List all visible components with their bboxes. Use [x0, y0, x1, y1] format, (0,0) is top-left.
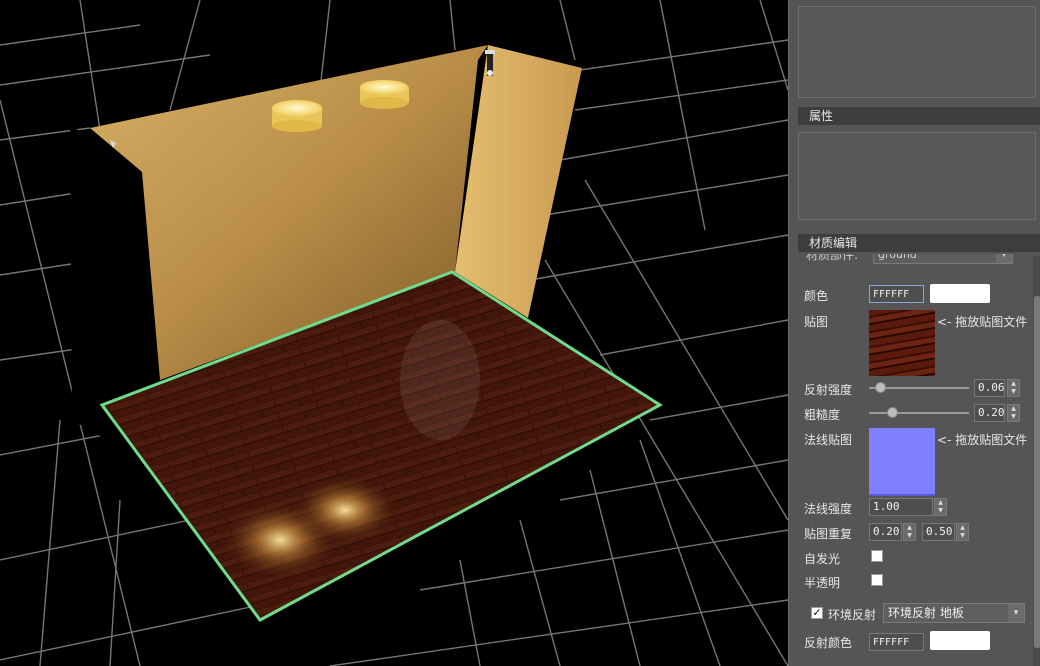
texture-thumbnail[interactable]	[869, 310, 935, 376]
ceiling-light[interactable]	[360, 80, 409, 109]
roughness-spinner[interactable]: ▲ ▼	[1007, 404, 1020, 422]
reflection-color-swatch[interactable]	[930, 631, 990, 650]
properties-header[interactable]: 属性	[798, 107, 1040, 125]
normal-map-label: 法线贴图	[804, 433, 853, 447]
env-reflection-label: 环境反射	[828, 608, 877, 622]
color-label: 颜色	[804, 289, 829, 303]
env-reflection-dropdown[interactable]: 环境反射 地板 ▾	[883, 603, 1025, 623]
top-empty-box	[798, 6, 1036, 98]
reflection-strength-spinner[interactable]: ▲ ▼	[1007, 379, 1020, 397]
env-reflection-checkbox[interactable]: ✓	[811, 607, 823, 619]
checkmark-icon: ✓	[812, 606, 822, 619]
texture-label: 贴图	[804, 315, 829, 329]
reflection-color-hex-input[interactable]: FFFFFF	[869, 633, 924, 651]
chevron-down-icon: ▾	[1008, 604, 1024, 622]
floor-light-spot	[290, 475, 400, 545]
texture-drop-hint: <- 拖放贴图文件	[937, 315, 1028, 329]
color-hex-input[interactable]: FFFFFF	[869, 285, 924, 303]
reflection-strength-input[interactable]: 0.06	[974, 379, 1005, 397]
translucent-checkbox[interactable]	[871, 574, 883, 586]
material-name-value: ground	[878, 254, 917, 261]
roughness-slider-knob[interactable]	[887, 407, 898, 418]
normal-map-thumbnail[interactable]	[869, 428, 935, 496]
texture-repeat-u-input[interactable]: 0.20	[869, 523, 902, 541]
translucent-label: 半透明	[804, 576, 841, 590]
3d-viewport[interactable]	[0, 0, 788, 666]
texture-repeat-v-input[interactable]: 0.50	[922, 523, 955, 541]
emissive-checkbox[interactable]	[871, 550, 883, 562]
properties-box	[798, 132, 1036, 220]
env-reflection-selected: 环境反射 地板	[888, 606, 964, 620]
reflection-color-label: 反射颜色	[804, 636, 853, 650]
texture-repeat-label: 贴图重复	[804, 527, 853, 541]
material-editor: 材质部件: ground ▾ 颜色 FFFFFF 贴图 <- 拖放贴图文件 反射…	[798, 254, 1040, 666]
texture-repeat-u-spinner[interactable]: ▲ ▼	[903, 523, 916, 541]
roughness-slider[interactable]	[869, 412, 969, 414]
scene-canvas[interactable]	[0, 0, 788, 666]
material-scrollbar-thumb[interactable]	[1034, 296, 1040, 648]
material-name-label: 材质部件:	[806, 254, 859, 262]
material-name-dropdown[interactable]: ground ▾	[873, 254, 1013, 264]
texture-repeat-v-spinner[interactable]: ▲ ▼	[956, 523, 969, 541]
floor-reflection	[400, 320, 480, 440]
reflection-strength-slider-knob[interactable]	[875, 382, 886, 393]
material-scrollbar[interactable]	[1033, 256, 1040, 666]
ceiling-light[interactable]	[272, 100, 322, 132]
emissive-label: 自发光	[804, 552, 841, 566]
reflection-strength-label: 反射强度	[804, 383, 853, 397]
normal-strength-input[interactable]: 1.00	[869, 498, 933, 516]
roughness-label: 粗糙度	[804, 408, 841, 422]
roughness-input[interactable]: 0.20	[974, 404, 1005, 422]
normal-map-drop-hint: <- 拖放贴图文件	[937, 433, 1028, 447]
color-swatch[interactable]	[930, 284, 990, 303]
normal-strength-spinner[interactable]: ▲ ▼	[934, 498, 947, 516]
material-editor-header[interactable]: 材质编辑	[798, 234, 1040, 252]
side-panel: 属性 材质编辑 材质部件: ground ▾ 颜色 FFFFFF 贴图 <- 拖…	[788, 0, 1040, 666]
normal-strength-label: 法线强度	[804, 502, 853, 516]
chevron-down-icon: ▾	[996, 254, 1012, 263]
